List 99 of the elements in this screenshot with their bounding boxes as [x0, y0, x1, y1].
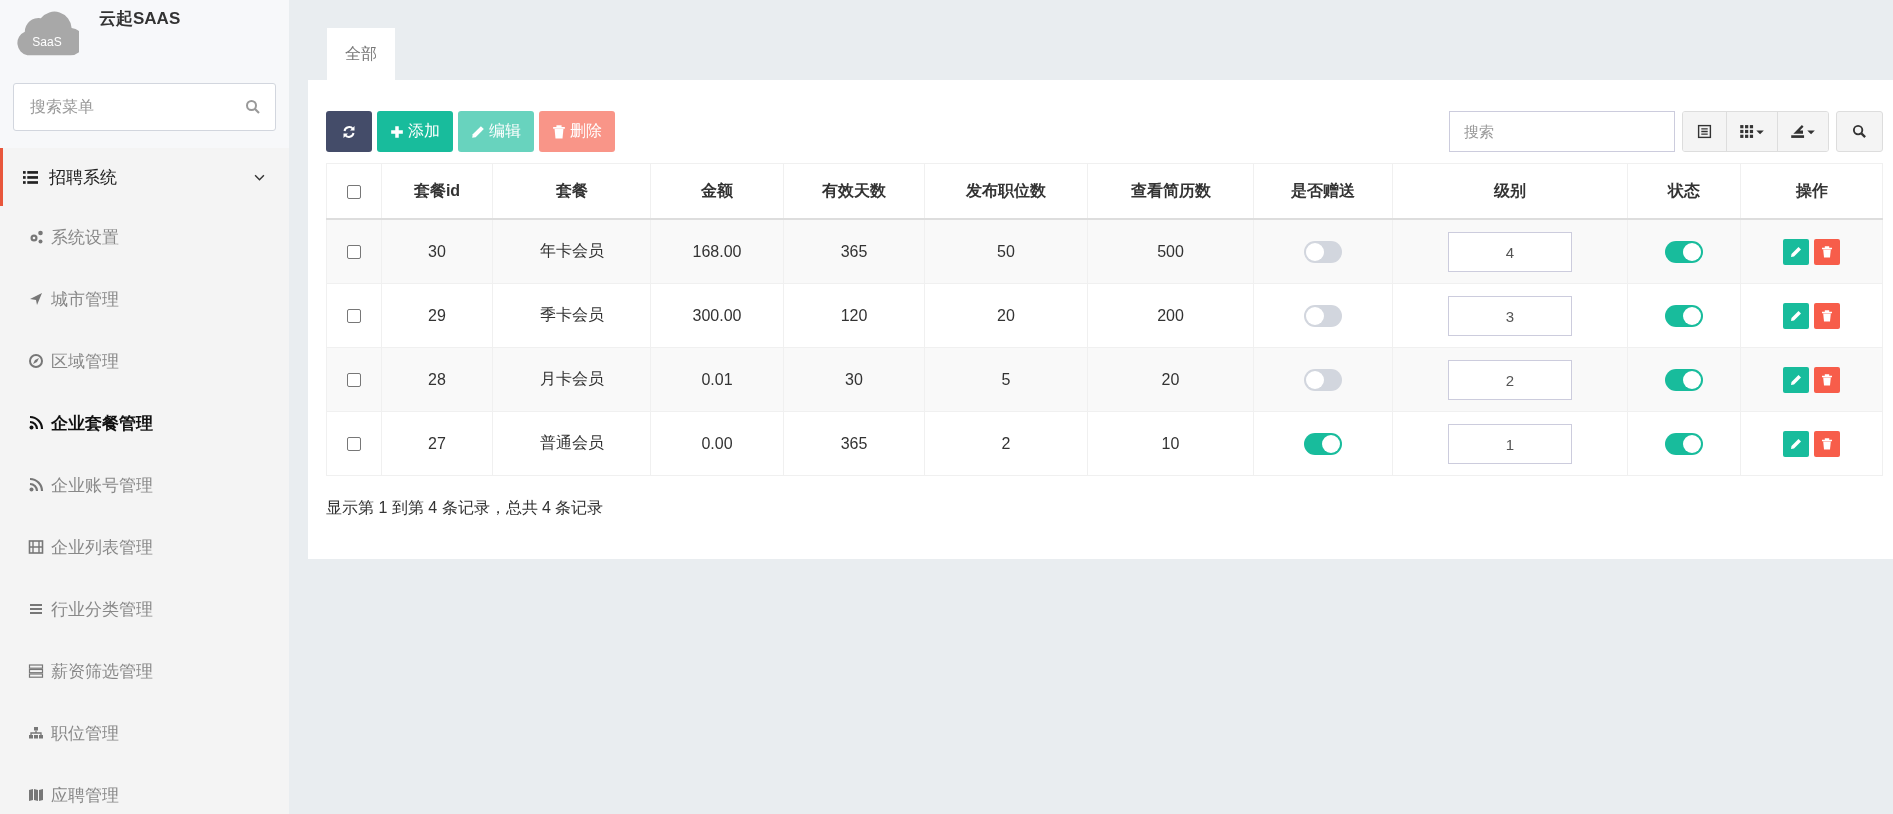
select-all-checkbox[interactable]	[347, 184, 361, 199]
table-cell: 月卡会员	[492, 347, 651, 412]
table-cell: 2	[924, 411, 1088, 476]
refresh-button[interactable]	[326, 111, 372, 152]
row-checkbox[interactable]	[347, 373, 361, 388]
status-toggle[interactable]	[1665, 432, 1703, 455]
location-arrow-icon	[28, 291, 44, 307]
table-cell: 10	[1087, 411, 1254, 476]
list-icon	[23, 170, 38, 184]
bars-icon	[28, 601, 44, 617]
pencil-icon	[1790, 245, 1802, 258]
pagination-info: 显示第 1 到第 4 条记录，总共 4 条记录	[326, 498, 605, 518]
table-cell: 5	[924, 347, 1088, 412]
level-input[interactable]: 4	[1448, 231, 1572, 272]
menu-search-field[interactable]: 搜索菜单	[13, 83, 276, 131]
status-toggle[interactable]	[1665, 304, 1703, 327]
table-cell: 500	[1087, 219, 1254, 284]
tab[interactable]: 全部	[327, 28, 395, 80]
row-checkbox[interactable]	[347, 437, 361, 452]
list-icon	[1697, 124, 1712, 139]
toggle-view-button[interactable]	[1683, 112, 1727, 151]
rss-icon	[28, 415, 44, 431]
menu-item[interactable]: 企业列表管理	[0, 516, 289, 578]
table-cell: 20	[1087, 347, 1254, 412]
search-field[interactable]: 搜索	[1449, 111, 1675, 152]
status-toggle[interactable]	[1665, 368, 1703, 391]
menu-item[interactable]: 行业分类管理	[0, 578, 289, 640]
refresh-icon	[342, 124, 356, 139]
menu-item[interactable]: 企业账号管理	[0, 454, 289, 516]
menu-item[interactable]: 企业套餐管理	[0, 392, 289, 454]
gift-toggle[interactable]	[1304, 432, 1342, 455]
table-cell: 200	[1087, 283, 1254, 348]
table-cell: 年卡会员	[492, 219, 651, 284]
level-input[interactable]: 3	[1448, 295, 1572, 336]
level-input[interactable]: 2	[1448, 359, 1572, 400]
app-name: 云起SAAS	[99, 8, 181, 30]
search-icon	[1852, 124, 1867, 139]
row-checkbox[interactable]	[347, 309, 361, 324]
pencil-icon	[1790, 309, 1802, 322]
status-toggle[interactable]	[1665, 240, 1703, 263]
table-cell: 0.00	[650, 411, 784, 476]
table-cell: 30	[381, 219, 493, 284]
table-cell: 365	[783, 219, 925, 284]
menu-item[interactable]: 应聘管理	[0, 764, 289, 814]
map-icon	[28, 787, 44, 803]
table-cell: 120	[783, 283, 925, 348]
trash-icon	[1821, 245, 1833, 258]
grid-caret-icon	[1739, 124, 1765, 139]
row-checkbox[interactable]	[347, 245, 361, 260]
table-cell: 28	[381, 347, 493, 412]
plus-icon	[390, 124, 404, 139]
delete-button[interactable]	[1814, 430, 1840, 457]
gift-toggle[interactable]	[1304, 240, 1342, 263]
sitemap-icon	[28, 725, 44, 741]
table-cell: 50	[924, 219, 1088, 284]
export-button[interactable]	[1778, 112, 1828, 151]
columns-button[interactable]	[1727, 112, 1778, 151]
table-cell: 普通会员	[492, 411, 651, 476]
trash-icon	[1821, 373, 1833, 386]
chevron-icon	[254, 173, 265, 181]
gift-toggle[interactable]	[1304, 304, 1342, 327]
table-cell: 27	[381, 411, 493, 476]
table-cell: 29	[381, 283, 493, 348]
menu-item[interactable]: 区域管理	[0, 330, 289, 392]
trash-icon	[552, 124, 566, 139]
pencil-icon	[1790, 373, 1802, 386]
edit-button[interactable]	[1783, 238, 1809, 265]
delete-button[interactable]	[1814, 302, 1840, 329]
pencil-icon	[471, 124, 485, 139]
menu-item[interactable]: 城市管理	[0, 268, 289, 330]
compass-icon	[28, 353, 44, 369]
edit-button[interactable]	[1783, 430, 1809, 457]
table-cell: 季卡会员	[492, 283, 651, 348]
trash-icon	[1821, 437, 1833, 450]
film-icon	[28, 539, 44, 555]
server-icon	[28, 663, 44, 679]
delete-button[interactable]	[1814, 366, 1840, 393]
add-button[interactable]: 添加	[377, 111, 453, 152]
level-input[interactable]: 1	[1448, 423, 1572, 464]
rss-icon	[28, 477, 44, 493]
gift-toggle[interactable]	[1304, 368, 1342, 391]
edit-button[interactable]	[1783, 302, 1809, 329]
table-cell: 300.00	[650, 283, 784, 348]
menu-item[interactable]: 职位管理	[0, 702, 289, 764]
table-cell: 20	[924, 283, 1088, 348]
gears-icon	[28, 229, 44, 245]
pencil-icon	[1790, 437, 1802, 450]
table-cell: 0.01	[650, 347, 784, 412]
search-icon	[245, 99, 261, 115]
trash-icon	[1821, 309, 1833, 322]
search-button[interactable]	[1836, 111, 1883, 152]
menu-item[interactable]: 系统设置	[0, 206, 289, 268]
table-cell: 168.00	[650, 219, 784, 284]
edit-button[interactable]	[1783, 366, 1809, 393]
table-cell: 365	[783, 411, 925, 476]
export-caret-icon	[1790, 124, 1816, 139]
menu-item[interactable]: 薪资筛选管理	[0, 640, 289, 702]
delete-button[interactable]	[1814, 238, 1840, 265]
table-cell: 30	[783, 347, 925, 412]
